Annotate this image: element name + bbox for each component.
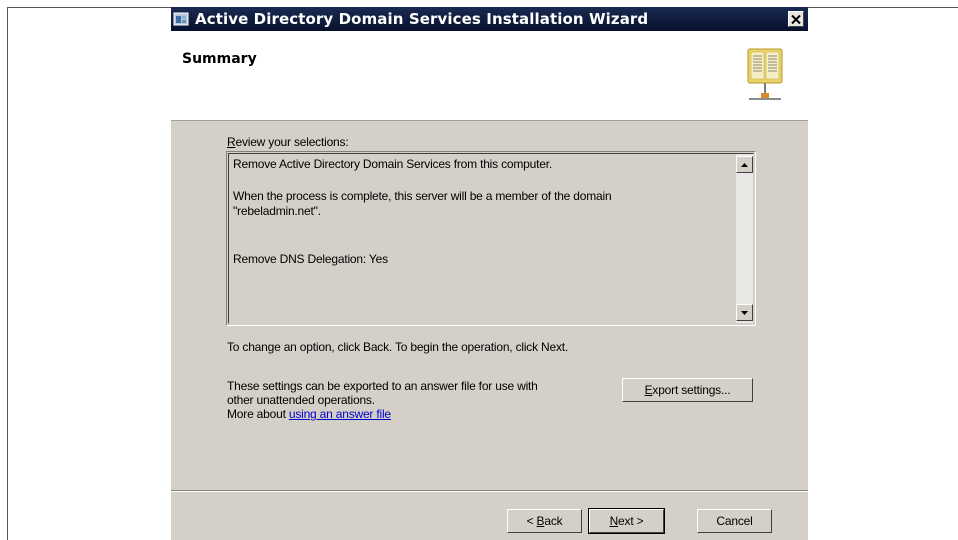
- scroll-down-arrow-icon: [741, 310, 748, 315]
- close-icon: [791, 14, 801, 24]
- image-border-left: [7, 7, 8, 540]
- export-description-line-2: other unattended operations.: [227, 393, 375, 407]
- back-button[interactable]: < Back: [507, 509, 582, 533]
- review-label: Review your selections:: [227, 135, 349, 149]
- instruction-text: To change an option, click Back. To begi…: [227, 340, 569, 354]
- summary-line-2: When the process is complete, this serve…: [233, 189, 612, 203]
- more-about-text: More about using an answer file: [227, 407, 391, 421]
- wizard-dialog: Active Directory Domain Services Install…: [171, 7, 808, 540]
- export-settings-button[interactable]: Export settings...: [622, 378, 753, 402]
- scroll-up-arrow-icon: [741, 162, 748, 167]
- summary-line-1: Remove Active Directory Domain Services …: [233, 157, 552, 171]
- next-button[interactable]: Next >: [588, 508, 665, 534]
- summary-textbox-inner: Remove Active Directory Domain Services …: [228, 153, 754, 324]
- scroll-down-button[interactable]: [736, 304, 753, 321]
- title-bar[interactable]: Active Directory Domain Services Install…: [171, 7, 808, 31]
- summary-textbox[interactable]: Remove Active Directory Domain Services …: [226, 151, 756, 326]
- window-title: Active Directory Domain Services Install…: [195, 10, 649, 28]
- close-button[interactable]: [788, 11, 804, 27]
- summary-line-3: "rebeladmin.net".: [233, 204, 321, 218]
- page-title: Summary: [182, 51, 257, 67]
- open-book-icon: [747, 48, 783, 100]
- wizard-header: Summary: [171, 31, 808, 121]
- vertical-scrollbar[interactable]: [736, 154, 753, 323]
- cancel-button[interactable]: Cancel: [697, 509, 772, 533]
- answer-file-link[interactable]: using an answer file: [289, 407, 391, 421]
- scroll-up-button[interactable]: [736, 156, 753, 173]
- export-description-line-1: These settings can be exported to an ans…: [227, 379, 538, 393]
- footer-separator: [171, 490, 808, 492]
- ad-wizard-icon: [173, 12, 189, 26]
- summary-line-4: Remove DNS Delegation: Yes: [233, 252, 388, 266]
